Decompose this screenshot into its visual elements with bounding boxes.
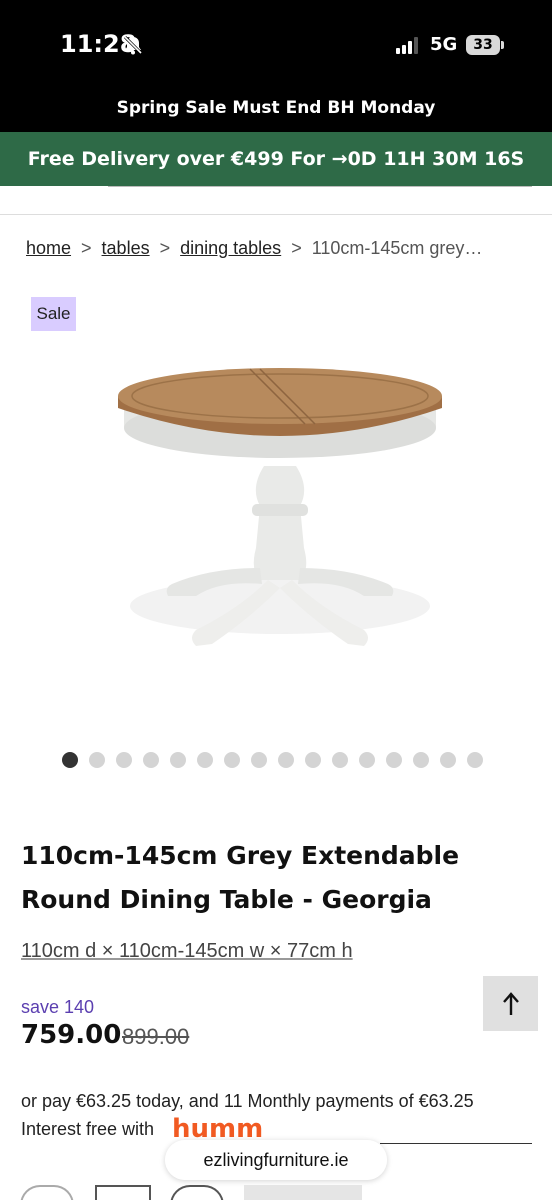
quantity-input[interactable] <box>95 1185 151 1200</box>
battery-icon: 33 <box>466 35 500 55</box>
quantity-increment-button[interactable] <box>170 1185 224 1200</box>
bell-slash-icon <box>123 35 143 55</box>
search-field-underline[interactable] <box>108 186 532 187</box>
humm-logo-text: humm <box>172 1114 263 1143</box>
gallery-dot[interactable] <box>359 752 375 768</box>
gallery-dot[interactable] <box>224 752 240 768</box>
breadcrumb-separator: > <box>159 238 171 258</box>
gallery-dot[interactable] <box>251 752 267 768</box>
gallery-dot[interactable] <box>440 752 456 768</box>
breadcrumb-home-link[interactable]: home <box>26 238 71 258</box>
arrow-up-icon <box>502 991 519 1015</box>
gallery-dots <box>62 752 483 768</box>
gallery-dot[interactable] <box>305 752 321 768</box>
current-price: 759.00 <box>21 1020 122 1050</box>
signal-icon <box>396 37 418 54</box>
product-title: 110cm-145cm Grey Extendable Round Dining… <box>21 841 460 914</box>
gallery-dot[interactable] <box>413 752 429 768</box>
humm-logo[interactable]: humm <box>172 1113 287 1143</box>
gallery-dot[interactable] <box>143 752 159 768</box>
header-divider <box>0 214 552 215</box>
sale-badge: Sale <box>31 297 76 331</box>
back-to-top-button[interactable] <box>483 976 538 1031</box>
gallery-dot[interactable] <box>386 752 402 768</box>
breadcrumb-separator: > <box>291 238 302 258</box>
breadcrumb: home > tables > dining tables >110cm-145cm gr… <box>26 238 536 259</box>
product-dimensions[interactable]: 110cm d × 110cm-145cm w × 77cm h <box>21 940 353 963</box>
quantity-decrement-button[interactable] <box>20 1185 74 1200</box>
network-label: 5G <box>430 34 458 55</box>
gallery-dot[interactable] <box>467 752 483 768</box>
gallery-dot[interactable] <box>278 752 294 768</box>
finance-underline <box>380 1143 532 1144</box>
gallery-dot[interactable] <box>197 752 213 768</box>
status-bar: 11:28 5G 33 <box>0 0 552 88</box>
promo-banner[interactable]: Spring Sale Must End BH Monday <box>0 88 552 132</box>
gallery-dot[interactable] <box>62 752 78 768</box>
gallery-dot[interactable] <box>116 752 132 768</box>
breadcrumb-current: 110cm-145cm grey… <box>311 238 483 258</box>
breadcrumb-tables-link[interactable]: tables <box>102 238 150 258</box>
delivery-countdown-banner[interactable]: Free Delivery over €499 For →0D 11H 30M … <box>0 132 552 186</box>
original-price: 899.00 <box>122 1024 190 1049</box>
gallery-dot[interactable] <box>89 752 105 768</box>
battery-cap <box>501 41 504 49</box>
product-image[interactable] <box>100 348 460 668</box>
gallery-dot[interactable] <box>170 752 186 768</box>
gallery-dot[interactable] <box>332 752 348 768</box>
browser-url-bar[interactable]: ezlivingfurniture.ie <box>165 1140 387 1180</box>
breadcrumb-dining-tables-link[interactable]: dining tables <box>180 238 281 258</box>
breadcrumb-separator: > <box>81 238 92 258</box>
save-amount: save 140 <box>21 997 95 1017</box>
add-to-cart-button[interactable] <box>244 1185 362 1200</box>
